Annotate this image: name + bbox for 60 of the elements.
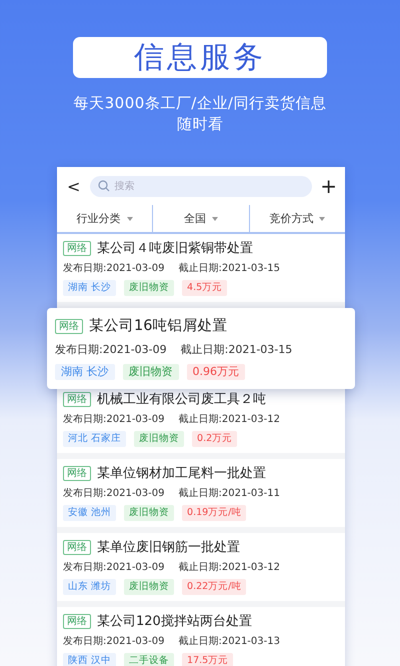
listing-card[interactable]: 网络 某单位废旧钢筋一批处置 发布日期:2021-03-09 截止日期:2021-03-12 山东 潍坊 废旧物资 0.22万元/吨 bbox=[57, 533, 345, 601]
deadline-date: 截止日期:2021-03-12 bbox=[178, 561, 280, 574]
category-tag: 废旧物资 bbox=[124, 505, 174, 521]
location-tag: 陕西 汉中 bbox=[63, 653, 116, 666]
listing-title: 某公司120搅拌站两台处置 bbox=[97, 613, 252, 630]
banner-title: 信息服务 bbox=[73, 37, 327, 78]
caret-icon bbox=[126, 216, 133, 220]
listing-title: 某单位钢材加工尾料一批处置 bbox=[97, 465, 266, 482]
category-tag: 废旧物资 bbox=[122, 364, 178, 380]
banner-subtitle: 每天3000条工厂/企业/同行卖货信息 bbox=[74, 93, 326, 114]
filter-dropdown[interactable]: 全国 bbox=[152, 205, 249, 232]
listing-title: 机械工业有限公司废工具２吨 bbox=[97, 391, 266, 408]
deadline-date: 截止日期:2021-03-15 bbox=[180, 343, 292, 357]
listing-title: 某公司４吨废旧紫铜带处置 bbox=[97, 240, 253, 257]
listing-card[interactable]: 网络 某公司16吨铝屑处置 发布日期:2021-03-09 截止日期:2021-03-15 湖南 长沙 废旧物资 0.96万元 bbox=[47, 308, 355, 389]
location-tag: 安徽 池州 bbox=[63, 505, 116, 521]
price-tag: 0.96万元 bbox=[186, 364, 245, 380]
price-tag: 17.5万元 bbox=[182, 653, 234, 666]
listing-card[interactable]: 网络 某公司120搅拌站两台处置 发布日期:2021-03-09 截止日期:2021-03-13 陕西 汉中 二手设备 17.5万元 bbox=[57, 607, 345, 666]
source-tag: 网络 bbox=[63, 392, 91, 407]
price-tag: 0.2万元 bbox=[192, 431, 238, 447]
deadline-date: 截止日期:2021-03-13 bbox=[178, 635, 280, 648]
publish-date: 发布日期:2021-03-09 bbox=[63, 262, 164, 275]
location-tag: 河北 石家庄 bbox=[63, 431, 126, 447]
search-icon bbox=[98, 180, 110, 192]
category-tag: 废旧物资 bbox=[124, 280, 174, 296]
back-button[interactable]: < bbox=[65, 176, 82, 196]
publish-date: 发布日期:2021-03-09 bbox=[63, 635, 164, 648]
source-tag: 网络 bbox=[55, 319, 83, 334]
deadline-date: 截止日期:2021-03-15 bbox=[178, 262, 280, 275]
category-tag: 废旧物资 bbox=[134, 431, 184, 447]
publish-date: 发布日期:2021-03-09 bbox=[55, 343, 167, 357]
price-tag: 0.19万元/吨 bbox=[182, 505, 246, 521]
source-tag: 网络 bbox=[63, 241, 91, 256]
publish-date: 发布日期:2021-03-09 bbox=[63, 413, 164, 426]
caret-icon bbox=[319, 216, 326, 220]
location-tag: 山东 潍坊 bbox=[63, 579, 116, 595]
listing-card[interactable]: 网络 某单位钢材加工尾料一批处置 发布日期:2021-03-09 截止日期:2021-03-11 安徽 池州 废旧物资 0.19万元/吨 bbox=[57, 459, 345, 527]
price-tag: 4.5万元 bbox=[182, 280, 228, 296]
source-tag: 网络 bbox=[63, 614, 91, 629]
add-button[interactable]: + bbox=[320, 176, 337, 196]
source-tag: 网络 bbox=[63, 466, 91, 481]
listing-card[interactable]: 网络 某公司４吨废旧紫铜带处置 发布日期:2021-03-09 截止日期:2021-03-15 湖南 长沙 废旧物资 4.5万元 bbox=[57, 234, 345, 302]
deadline-date: 截止日期:2021-03-12 bbox=[178, 413, 280, 426]
caret-icon bbox=[212, 216, 218, 220]
filter-dropdown[interactable]: 竞价方式 bbox=[248, 205, 345, 232]
filter-dropdown[interactable]: 行业分类 bbox=[57, 205, 152, 232]
category-tag: 废旧物资 bbox=[124, 579, 174, 595]
search-field[interactable]: 搜索 bbox=[90, 176, 312, 196]
source-tag: 网络 bbox=[63, 540, 91, 555]
publish-date: 发布日期:2021-03-09 bbox=[63, 487, 164, 500]
banner-subtitle: 随时看 bbox=[176, 114, 224, 135]
category-tag: 二手设备 bbox=[124, 653, 174, 666]
listing-title: 某公司16吨铝屑处置 bbox=[89, 317, 228, 336]
publish-date: 发布日期:2021-03-09 bbox=[63, 561, 164, 574]
price-tag: 0.22万元/吨 bbox=[182, 579, 246, 595]
deadline-date: 截止日期:2021-03-11 bbox=[178, 487, 280, 500]
location-tag: 湖南 长沙 bbox=[63, 280, 116, 296]
listing-title: 某单位废旧钢筋一批处置 bbox=[97, 539, 240, 556]
location-tag: 湖南 长沙 bbox=[55, 364, 114, 380]
